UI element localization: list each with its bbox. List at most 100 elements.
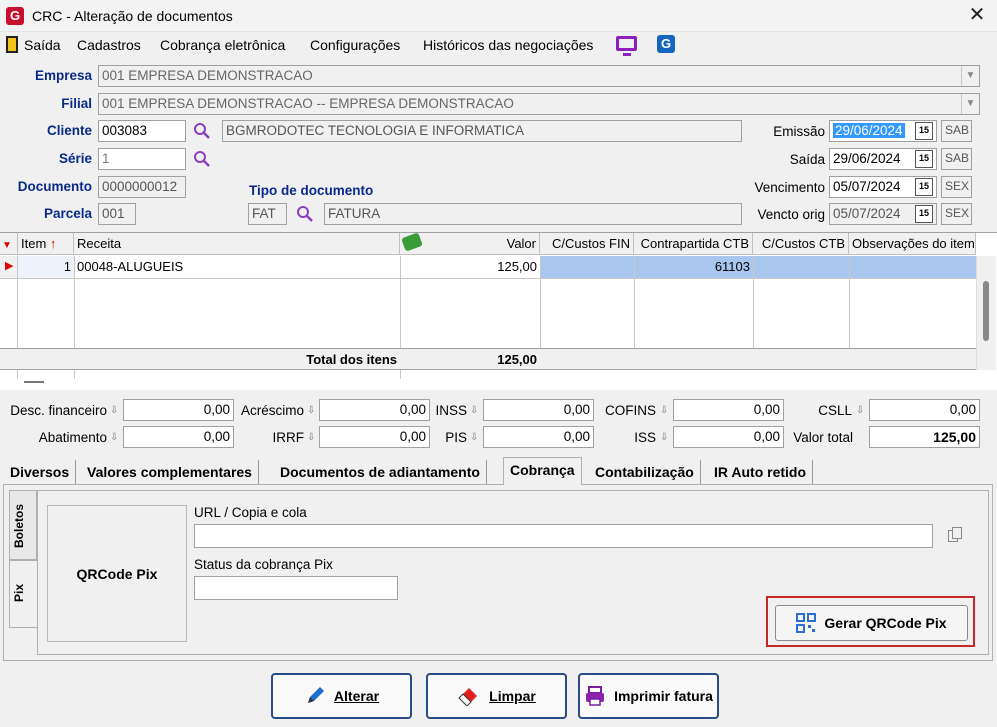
gerar-qrcode-button[interactable]: Gerar QRCode Pix [775,605,968,641]
grid-header-obs[interactable]: Observações do item [849,233,976,255]
limpar-button[interactable]: Limpar [426,673,567,719]
iss-label: ISS [634,430,656,445]
table-row-valor[interactable]: 125,00 [400,256,540,278]
tab-documentos-adiantamento[interactable]: Documentos de adiantamento [274,460,487,484]
table-row-receita[interactable]: 00048-ALUGUEIS [74,256,400,278]
vtab-boletos-label: Boletos [12,504,26,549]
tab-contabilizacao[interactable]: Contabilização [589,460,701,484]
cliente-label: Cliente [46,123,92,138]
down-arrow-icon: ⇩ [307,432,316,443]
saida-label: Saída [789,152,825,167]
tab-cobranca[interactable]: Cobrança [503,457,582,485]
gerar-qrcode-label: Gerar QRCode Pix [824,615,947,631]
grid-line [0,278,976,279]
documento-label: Documento [17,179,92,194]
grid-header-custos-ctb[interactable]: C/Custos CTB [753,233,849,255]
cliente-name-field: BGMRODOTEC TECNOLOGIA E INFORMATICA [222,120,742,142]
menu-cadastros[interactable]: Cadastros [77,37,141,53]
pis-input[interactable]: 0,00 [483,426,594,448]
copy-icon[interactable] [948,527,962,543]
grid-line [634,256,635,348]
splitter-handle[interactable] [24,381,44,383]
grid-header-custos-fin[interactable]: C/Custos FIN [540,233,634,255]
menu-saida[interactable]: Saída [24,37,61,53]
iss-input[interactable]: 0,00 [673,426,784,448]
eraser-icon [458,688,478,706]
url-input[interactable] [194,524,933,548]
desc-fin-label: Desc. financeiro [10,403,107,418]
vtab-pix[interactable]: Pix [9,560,39,628]
row-indicator-header: ▼ [0,233,18,255]
abatimento-input[interactable]: 0,00 [123,426,234,448]
chevron-down-icon[interactable]: ▼ [961,94,979,114]
empresa-value: 001 EMPRESA DEMONSTRACAO [102,68,313,83]
vertical-scrollbar[interactable] [976,256,996,370]
table-row-contrapartida[interactable]: 61103 [634,256,753,278]
acrescimo-input[interactable]: 0,00 [319,399,430,421]
search-icon[interactable] [193,122,210,139]
qrcode-icon [796,613,817,633]
csll-label: CSLL [818,403,852,418]
irrf-label: IRRF [272,430,305,445]
search-icon[interactable] [296,205,313,222]
menu-configuracoes[interactable]: Configurações [310,37,400,53]
vencimento-day: SEX [941,176,972,198]
tipo-documento-label: Tipo de documento [249,183,374,198]
status-field [194,576,398,600]
acrescimo-label: Acréscimo [240,403,304,418]
csll-input[interactable]: 0,00 [869,399,980,421]
valor-total-field: 125,00 [869,426,980,448]
calendar-icon: 15 [915,205,933,223]
menu-cobranca-eletronica[interactable]: Cobrança eletrônica [160,37,285,53]
table-row-item[interactable]: 1 [18,256,74,278]
vencimento-label: Vencimento [754,180,825,195]
down-arrow-icon: ⇩ [307,405,316,416]
serie-label: Série [58,151,92,166]
tab-valores-complementares[interactable]: Valores complementares [81,460,259,484]
cliente-code-input[interactable]: 003083 [98,120,186,142]
calendar-icon[interactable]: 15 [915,122,933,140]
down-arrow-icon: ⇩ [470,405,479,416]
cofins-label: COFINS [604,403,656,418]
exit-icon[interactable] [6,36,18,53]
down-arrow-icon: ⇩ [660,432,669,443]
valor-total-label: Valor total [793,430,853,445]
grid-header-valor[interactable]: Valor [400,233,540,255]
menu-historicos[interactable]: Históricos das negociações [423,37,593,53]
grid-header-item[interactable]: Item ↑ [18,233,74,255]
imprimir-fatura-button[interactable]: Imprimir fatura [578,673,719,719]
window-title: CRC - Alteração de documentos [32,8,233,24]
monitor-icon[interactable] [616,36,637,56]
tipo-code-field[interactable]: FAT [248,203,287,225]
grid-header-receita[interactable]: Receita [74,233,400,255]
filial-select[interactable]: 001 EMPRESA DEMONSTRACAO -- EMPRESA DEMO… [98,93,980,115]
grid-header-contrapartida[interactable]: Contrapartida CTB [634,233,753,255]
filial-label: Filial [61,96,92,111]
empresa-select[interactable]: 001 EMPRESA DEMONSTRACAO ▼ [98,65,980,87]
tab-ir-auto-retido[interactable]: IR Auto retido [708,460,814,484]
parcela-label: Parcela [43,206,92,221]
alterar-button[interactable]: Alterar [271,673,412,719]
total-label: Total dos itens [306,352,397,367]
down-arrow-icon: ⇩ [660,405,669,416]
items-grid[interactable]: ▼ Item ↑ Receita Valor C/Custos FIN Cont… [0,232,997,390]
filial-value: 001 EMPRESA DEMONSTRACAO -- EMPRESA DEMO… [102,96,514,111]
calendar-icon[interactable]: 15 [915,178,933,196]
scrollbar-thumb[interactable] [983,281,989,341]
chevron-down-icon[interactable]: ▼ [961,66,979,86]
vtab-boletos[interactable]: Boletos [9,490,37,560]
app-logo-icon: G [6,7,24,25]
search-icon[interactable] [193,150,210,167]
emissao-label: Emissão [773,124,825,139]
limpar-label: Limpar [489,688,536,704]
desc-fin-input[interactable]: 0,00 [123,399,234,421]
calendar-icon[interactable]: 15 [915,150,933,168]
cofins-input[interactable]: 0,00 [673,399,784,421]
close-button[interactable]: ✕ [962,4,992,28]
g-logo-icon[interactable]: G [657,35,675,53]
inss-input[interactable]: 0,00 [483,399,594,421]
irrf-input[interactable]: 0,00 [319,426,430,448]
tab-diversos[interactable]: Diversos [4,460,77,484]
serie-input[interactable]: 1 [98,148,186,170]
table-row-selected[interactable] [540,256,976,278]
